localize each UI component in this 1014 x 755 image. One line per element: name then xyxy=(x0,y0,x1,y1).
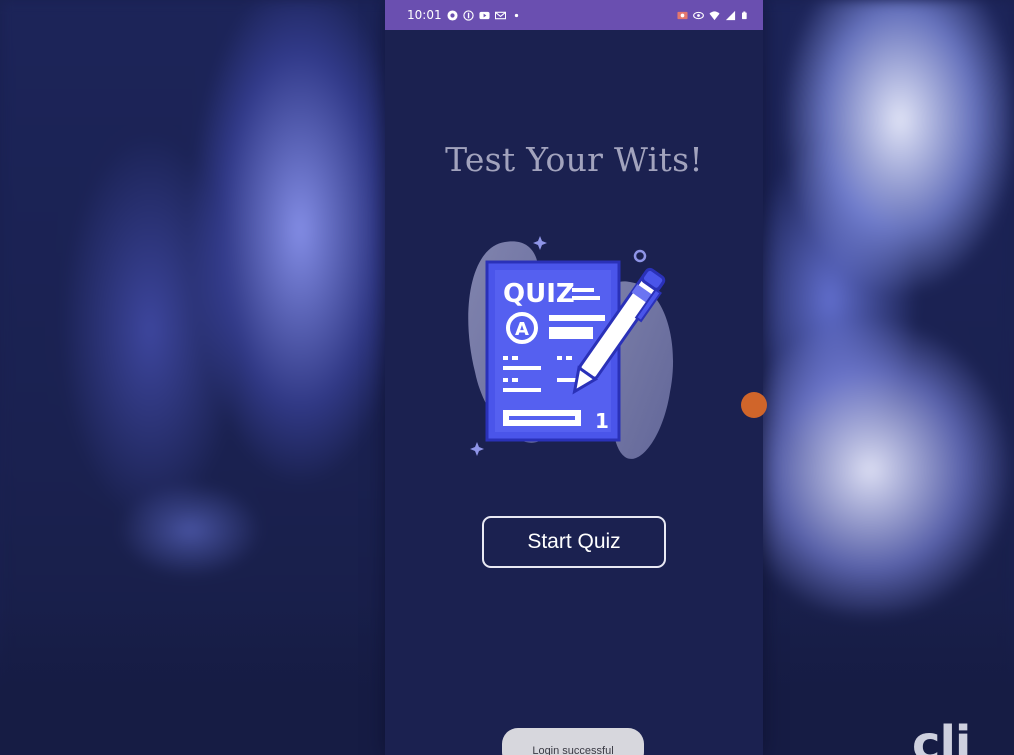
wifi-icon xyxy=(709,10,720,20)
screen-record-icon xyxy=(677,11,688,19)
dot-icon xyxy=(514,13,518,17)
notification-icon xyxy=(447,9,458,21)
floating-bubble[interactable] xyxy=(741,392,767,418)
signal-icon xyxy=(725,10,736,20)
video-frame: 10:01 Test Your Wits! Start Quiz QUIZ A … xyxy=(0,0,1014,755)
answer-letter: A xyxy=(515,319,529,340)
toast-message: Login successful xyxy=(502,728,644,755)
status-time: 10:01 xyxy=(407,8,442,22)
youtube-icon xyxy=(479,11,490,19)
eye-icon xyxy=(693,11,704,19)
page-title: Test Your Wits! xyxy=(445,140,703,179)
quiz-label: QUIZ xyxy=(503,279,575,309)
watermark-logo: cli xyxy=(912,716,971,755)
page-number: 1 xyxy=(595,409,609,433)
facebook-icon xyxy=(462,9,474,21)
battery-icon xyxy=(742,11,747,19)
quiz-paper-with-pen-icon: QUIZ A 1 xyxy=(468,236,674,459)
start-quiz-button[interactable]: Start Quiz xyxy=(482,516,666,568)
gmail-icon xyxy=(494,11,506,19)
status-bar: 10:01 xyxy=(385,0,763,30)
